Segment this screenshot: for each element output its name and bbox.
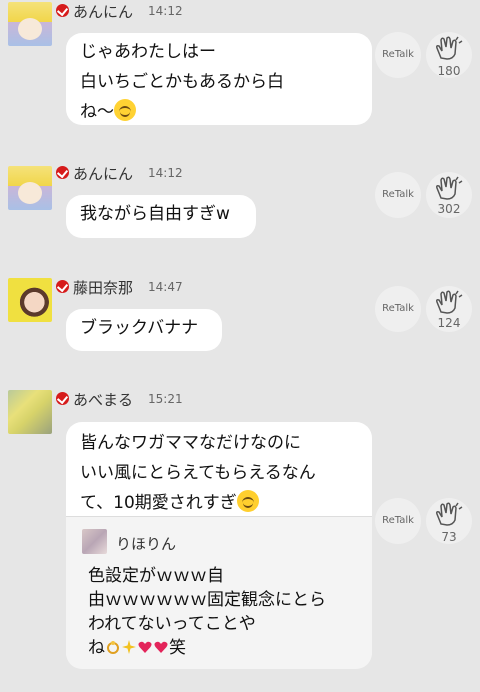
verified-check-icon — [56, 392, 69, 405]
avatar[interactable] — [82, 529, 107, 554]
clap-hands-icon — [436, 36, 463, 60]
crying-laughing-emoji — [236, 490, 259, 512]
clap-count: 73 — [441, 530, 457, 544]
sender-name[interactable]: あべまる — [73, 389, 133, 410]
quoted-line: ね — [88, 638, 105, 658]
clap-count: 124 — [437, 316, 461, 330]
quoted-line: 笑 — [169, 638, 186, 658]
verified-check-icon — [56, 4, 69, 17]
retalk-button[interactable]: ReTalk — [375, 172, 421, 218]
quoted-sender-name[interactable]: りほりん — [116, 533, 176, 554]
message-time: 15:21 — [148, 392, 183, 406]
verified-check-icon — [56, 280, 69, 293]
retalk-button[interactable]: ReTalk — [375, 286, 421, 332]
hearts-emoji — [154, 641, 168, 653]
retalk-button[interactable]: ReTalk — [375, 498, 421, 544]
avatar[interactable] — [8, 166, 52, 210]
quoted-line: 由ｗｗｗｗｗｗ固定観念にとら — [88, 590, 326, 610]
clap-count: 302 — [437, 202, 461, 216]
smiling-face-emoji — [114, 99, 136, 121]
quoted-line: 色設定がｗｗｗ自 — [88, 566, 224, 586]
avatar[interactable] — [8, 390, 52, 434]
avatar[interactable] — [8, 278, 52, 322]
message-line: いい風にとらえてもらえるなん — [80, 463, 316, 483]
quoted-line: われてないってことや — [88, 614, 256, 634]
sender-name[interactable]: あんにん — [73, 163, 133, 184]
message-bubble[interactable]: ブラックバナナ — [66, 309, 222, 351]
message-time: 14:47 — [148, 280, 183, 294]
message-line: ブラックバナナ — [80, 318, 199, 338]
message-time: 14:12 — [148, 4, 183, 18]
clap-hands-icon — [436, 502, 463, 526]
sender-name[interactable]: あんにん — [73, 1, 133, 22]
message-line: て、10期愛されすぎ — [80, 493, 237, 513]
sparkles-emoji — [122, 640, 136, 654]
verified-check-icon — [56, 166, 69, 179]
retalk-button[interactable]: ReTalk — [375, 32, 421, 78]
quoted-text: 色設定がｗｗｗ自 由ｗｗｗｗｗｗ固定観念にとら われてないってことや ね 笑 — [88, 564, 326, 660]
message-line: じゃあわたしはー — [80, 42, 216, 62]
ring-emoji — [107, 641, 119, 654]
message-time: 14:12 — [148, 166, 183, 180]
sender-name[interactable]: 藤田奈那 — [73, 277, 133, 298]
hearts-emoji — [138, 641, 152, 653]
message-bubble[interactable]: じゃあわたしはー 白いちごとかもあるから白 ね〜 — [66, 33, 372, 125]
avatar[interactable] — [8, 2, 52, 46]
clap-hands-icon — [436, 176, 463, 200]
message-bubble[interactable]: 我ながら自由すぎw — [66, 195, 256, 238]
message-line: 我ながら自由すぎw — [80, 204, 230, 224]
message-line: 白いちごとかもあるから白 — [80, 72, 284, 92]
clap-hands-icon — [436, 290, 463, 314]
clap-count: 180 — [437, 64, 461, 78]
message-line: 皆んなワガママなだけなのに — [80, 433, 301, 453]
message-line: ね〜 — [80, 102, 114, 122]
